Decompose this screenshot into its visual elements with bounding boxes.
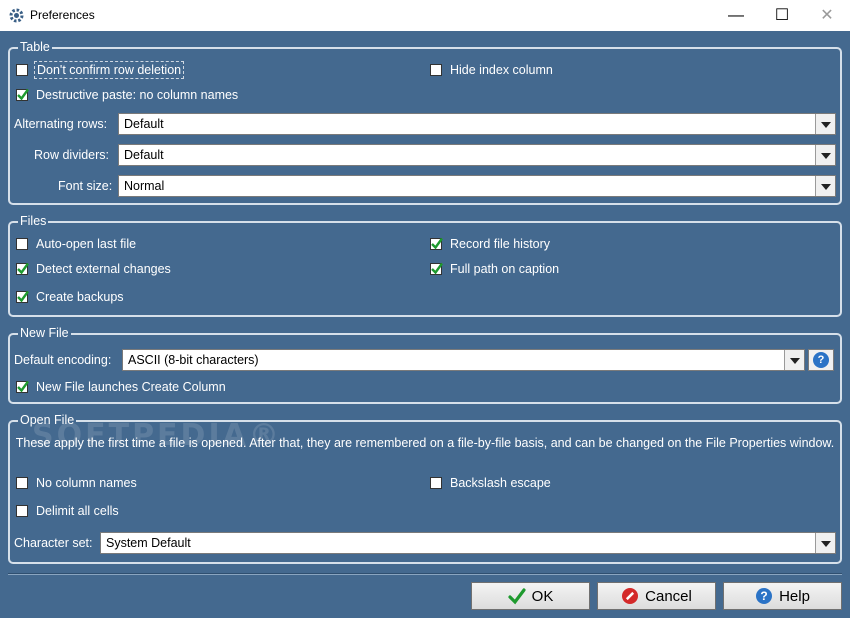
footer-separator (8, 573, 842, 575)
help-label: Help (779, 587, 810, 605)
alternating-rows-select[interactable]: Default (118, 113, 836, 135)
checkbox-label: No column names (36, 476, 137, 490)
checkmark-icon (17, 290, 29, 303)
svg-text:?: ? (760, 589, 767, 603)
checkbox-box (16, 262, 29, 275)
chevron-down-icon[interactable] (784, 350, 804, 370)
destructive-paste-checkbox[interactable]: Destructive paste: no column names (16, 88, 238, 102)
question-icon: ? (813, 352, 829, 368)
checkbox-label: Destructive paste: no column names (36, 88, 239, 102)
files-legend: Files (18, 213, 49, 229)
delimit-all-cells-checkbox[interactable]: Delimit all cells (16, 504, 119, 518)
checkbox-label: Create backups (36, 290, 124, 304)
checkbox-label: Auto-open last file (36, 237, 137, 251)
font-size-select[interactable]: Normal (118, 175, 836, 197)
select-value: Default (124, 148, 164, 162)
new-file-launches-create-column-checkbox[interactable]: New File launches Create Column (16, 380, 226, 394)
checkbox-box (430, 262, 443, 275)
chevron-down-icon[interactable] (815, 533, 835, 553)
checkbox-label: Full path on caption (450, 262, 560, 276)
checkmark-icon (17, 380, 29, 393)
help-button[interactable]: ? Help (723, 582, 842, 610)
checkbox-label: Delimit all cells (36, 504, 119, 518)
detect-external-changes-checkbox[interactable]: Detect external changes (16, 262, 171, 276)
checkbox-box (430, 237, 443, 250)
checkmark-icon (431, 262, 443, 275)
hide-index-column-checkbox[interactable]: Hide index column (430, 63, 553, 77)
checkmark-icon (431, 237, 443, 250)
row-dividers-label: Row dividers: (34, 148, 110, 162)
select-value: System Default (106, 536, 191, 550)
title-bar: Preferences — ☐ ✕ (0, 0, 850, 31)
checkbox-box (430, 477, 442, 489)
check-icon (508, 588, 526, 605)
checkmark-icon (17, 262, 29, 275)
character-set-select[interactable]: System Default (100, 532, 836, 554)
ok-button[interactable]: OK (471, 582, 590, 610)
ok-label: OK (531, 587, 554, 605)
table-legend: Table (18, 39, 52, 55)
no-column-names-checkbox[interactable]: No column names (16, 476, 137, 490)
select-value: Default (124, 117, 164, 131)
row-dividers-select[interactable]: Default (118, 144, 836, 166)
close-button[interactable]: ✕ (804, 0, 850, 31)
encoding-help-button[interactable]: ? (808, 349, 834, 371)
create-backups-checkbox[interactable]: Create backups (16, 290, 124, 304)
full-path-on-caption-checkbox[interactable]: Full path on caption (430, 262, 559, 276)
select-value: ASCII (8-bit characters) (128, 353, 259, 367)
checkbox-box (16, 380, 29, 393)
backslash-escape-checkbox[interactable]: Backslash escape (430, 476, 551, 490)
preferences-window: Preferences — ☐ ✕ Table Don't confirm ro… (0, 0, 850, 618)
chevron-down-icon[interactable] (815, 114, 835, 134)
default-encoding-select[interactable]: ASCII (8-bit characters) (122, 349, 805, 371)
window-title: Preferences (30, 8, 95, 22)
dont-confirm-row-deletion-checkbox[interactable]: Don't confirm row deletion (16, 61, 185, 79)
checkbox-label: Detect external changes (36, 262, 171, 276)
chevron-down-icon[interactable] (815, 145, 835, 165)
auto-open-last-file-checkbox[interactable]: Auto-open last file (16, 237, 136, 251)
checkbox-box (16, 238, 28, 250)
checkbox-box (16, 64, 28, 76)
select-value: Normal (124, 179, 165, 193)
minimize-button[interactable]: — (713, 0, 759, 31)
checkbox-box (16, 290, 29, 303)
cancel-icon (622, 588, 639, 604)
cancel-label: Cancel (645, 587, 692, 605)
checkbox-label: Record file history (450, 237, 551, 251)
checkbox-label: Hide index column (450, 63, 553, 77)
font-size-label: Font size: (58, 179, 113, 193)
checkbox-label: Don't confirm row deletion (33, 61, 185, 79)
record-file-history-checkbox[interactable]: Record file history (430, 237, 550, 251)
checkmark-icon (17, 88, 29, 101)
open-file-description: These apply the first time a file is ope… (15, 436, 835, 450)
settings-gear-icon (9, 8, 24, 23)
new-file-legend: New File (18, 325, 71, 341)
character-set-label: Character set: (14, 536, 93, 550)
checkbox-box (430, 64, 442, 76)
checkbox-box (16, 88, 29, 101)
alternating-rows-label: Alternating rows: (14, 117, 108, 131)
maximize-button[interactable]: ☐ (759, 0, 805, 31)
default-encoding-label: Default encoding: (14, 353, 112, 367)
checkbox-box (16, 505, 28, 517)
chevron-down-icon[interactable] (815, 176, 835, 196)
checkbox-box (16, 477, 28, 489)
help-icon: ? (756, 588, 773, 604)
checkbox-label: Backslash escape (450, 476, 551, 490)
cancel-button[interactable]: Cancel (597, 582, 716, 610)
checkbox-label: New File launches Create Column (36, 380, 226, 394)
